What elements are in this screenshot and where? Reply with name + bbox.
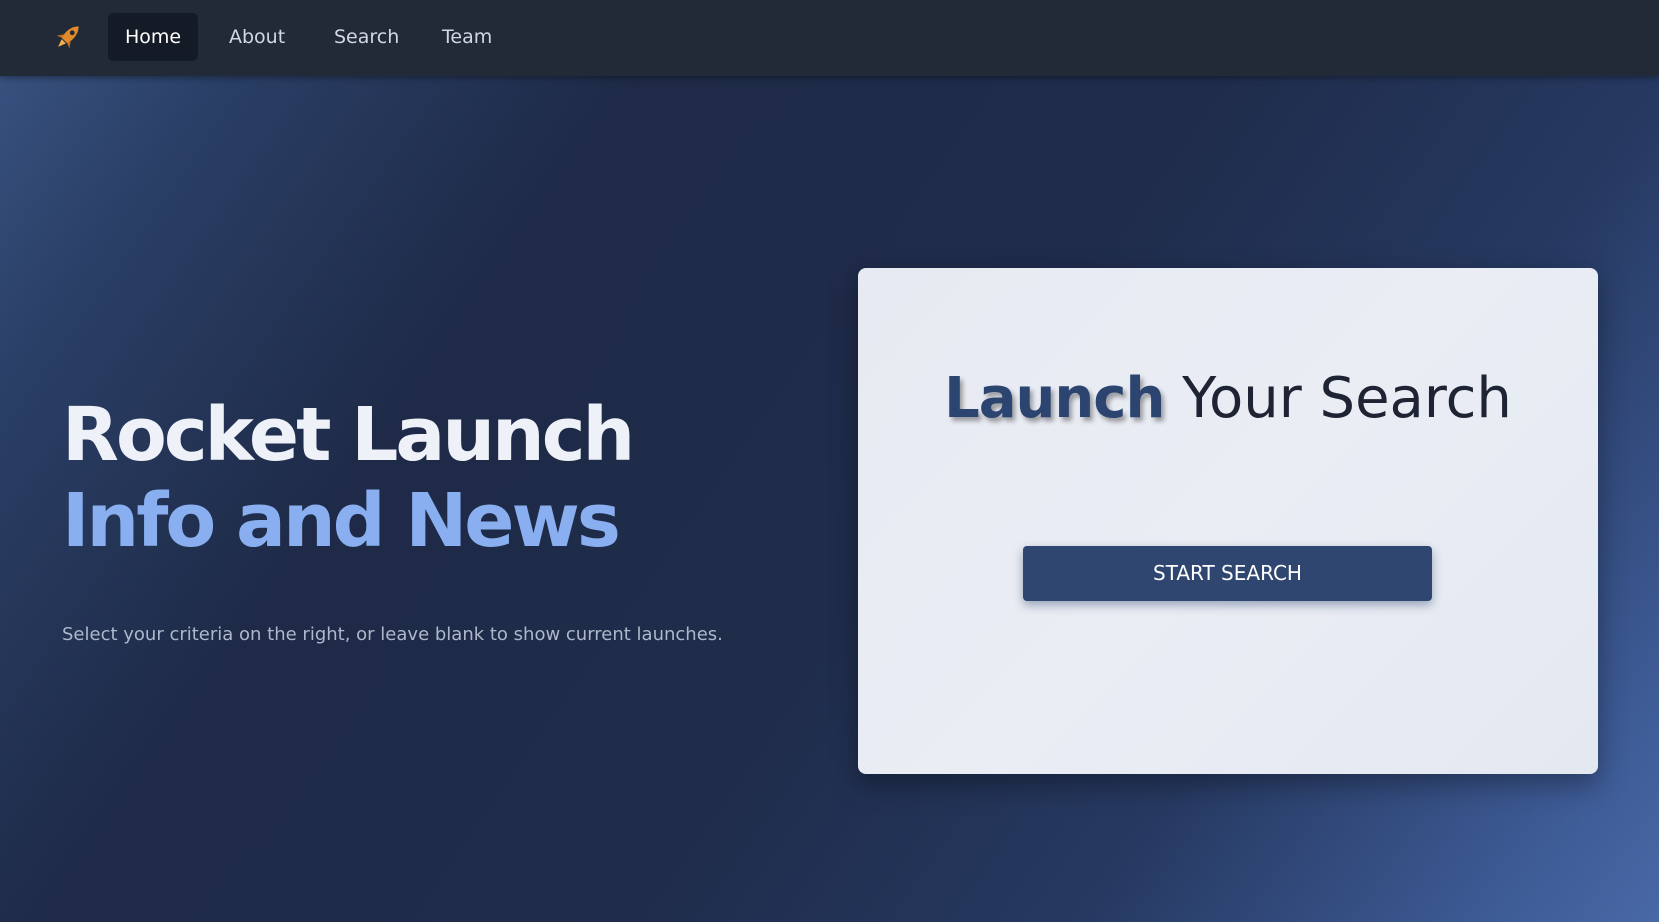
nav-search[interactable]: Search: [317, 13, 416, 61]
nav-team[interactable]: Team: [425, 13, 509, 61]
nav-home[interactable]: Home: [108, 13, 199, 61]
card-title: Launch Your Search: [858, 364, 1598, 434]
hero-subtitle: Select your criteria on the right, or le…: [62, 624, 723, 645]
nav-about[interactable]: About: [212, 13, 302, 61]
hero-title-line2: Info and News: [62, 478, 621, 564]
card-title-rest: Your Search: [1182, 366, 1512, 431]
card-title-strong: Launch: [944, 366, 1165, 431]
rocket-icon[interactable]: [50, 20, 86, 54]
search-card: Launch Your Search START SEARCH: [858, 268, 1598, 774]
top-navbar: Home About Search Team: [0, 0, 1659, 76]
hero-title: Rocket Launch Info and News: [62, 392, 635, 564]
hero-title-line1: Rocket Launch: [62, 392, 635, 478]
start-search-button[interactable]: START SEARCH: [1023, 546, 1432, 601]
